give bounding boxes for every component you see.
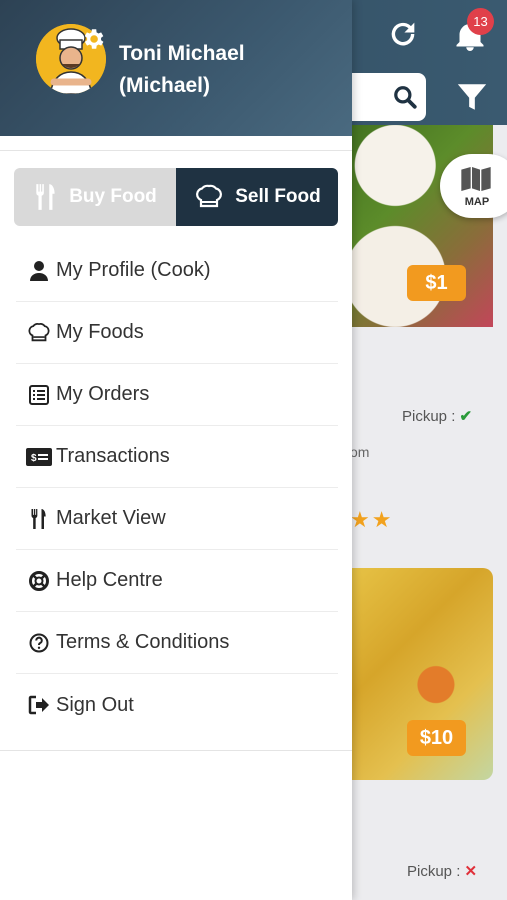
map-label: MAP bbox=[464, 196, 490, 208]
menu-item-my-orders[interactable]: My Orders bbox=[16, 364, 338, 426]
sign-out-icon bbox=[28, 695, 49, 715]
navigation-drawer: Toni Michael (Michael) Buy Food Sell Foo… bbox=[0, 0, 352, 900]
list-icon bbox=[29, 384, 49, 405]
menu-item-sign-out[interactable]: Sign Out bbox=[16, 674, 338, 736]
menu-item-label: Sign Out bbox=[56, 693, 134, 716]
chef-hat-icon bbox=[28, 322, 50, 341]
menu-item-terms[interactable]: Terms & Conditions bbox=[16, 612, 338, 674]
map-icon bbox=[461, 167, 491, 191]
menu-item-label: Transactions bbox=[56, 445, 170, 467]
drawer-header: Toni Michael (Michael) bbox=[0, 0, 352, 136]
price-badge: $10 bbox=[407, 720, 466, 756]
divider bbox=[0, 150, 352, 151]
svg-text:$: $ bbox=[31, 453, 37, 464]
menu-item-market-view[interactable]: Market View bbox=[16, 488, 338, 550]
utensils-icon bbox=[36, 184, 55, 210]
utensils-icon bbox=[31, 508, 46, 529]
user-name: Toni Michael (Michael) bbox=[119, 42, 245, 97]
filter-icon[interactable] bbox=[455, 80, 489, 114]
menu-item-label: My Orders bbox=[56, 383, 150, 405]
search-icon[interactable] bbox=[392, 84, 418, 110]
menu-item-help-centre[interactable]: Help Centre bbox=[16, 550, 338, 612]
menu-item-label: My Foods bbox=[56, 321, 144, 343]
menu-item-label: My Profile (Cook) bbox=[56, 259, 211, 281]
gear-icon[interactable] bbox=[80, 26, 106, 52]
partial-text: om bbox=[350, 444, 370, 460]
cross-icon: ✕ bbox=[464, 863, 478, 880]
pickup-status: Pickup : ✕ bbox=[407, 862, 477, 880]
buy-sell-toggle: Buy Food Sell Food bbox=[14, 168, 338, 226]
check-icon: ✔ bbox=[459, 408, 473, 425]
drawer-menu: My Profile (Cook) My Foods My Orders $ T… bbox=[16, 240, 338, 736]
buy-food-button[interactable]: Buy Food bbox=[14, 168, 176, 226]
question-icon bbox=[29, 633, 49, 652]
pickup-label: Pickup : bbox=[407, 863, 461, 880]
user-icon bbox=[30, 260, 48, 281]
pickup-status: Pickup : ✔ bbox=[402, 407, 472, 425]
menu-item-my-foods[interactable]: My Foods bbox=[16, 302, 338, 364]
lifebuoy-icon bbox=[29, 570, 49, 591]
sell-food-button[interactable]: Sell Food bbox=[176, 168, 338, 226]
divider bbox=[0, 750, 352, 751]
menu-item-my-profile[interactable]: My Profile (Cook) bbox=[16, 240, 338, 302]
chef-hat-icon bbox=[196, 184, 223, 208]
notification-badge: 13 bbox=[467, 8, 494, 35]
menu-item-label: Market View bbox=[56, 507, 166, 529]
menu-item-label: Help Centre bbox=[56, 569, 163, 591]
menu-item-transactions[interactable]: $ Transactions bbox=[16, 426, 338, 488]
price-badge: $1 bbox=[407, 265, 466, 301]
rating-stars: ★★ bbox=[350, 507, 394, 532]
buy-food-label: Buy Food bbox=[69, 186, 157, 207]
refresh-icon[interactable] bbox=[386, 16, 420, 52]
menu-item-label: Terms & Conditions bbox=[56, 631, 230, 653]
card-icon: $ bbox=[26, 447, 52, 466]
sell-food-label: Sell Food bbox=[235, 186, 321, 207]
pickup-label: Pickup : bbox=[402, 408, 456, 425]
